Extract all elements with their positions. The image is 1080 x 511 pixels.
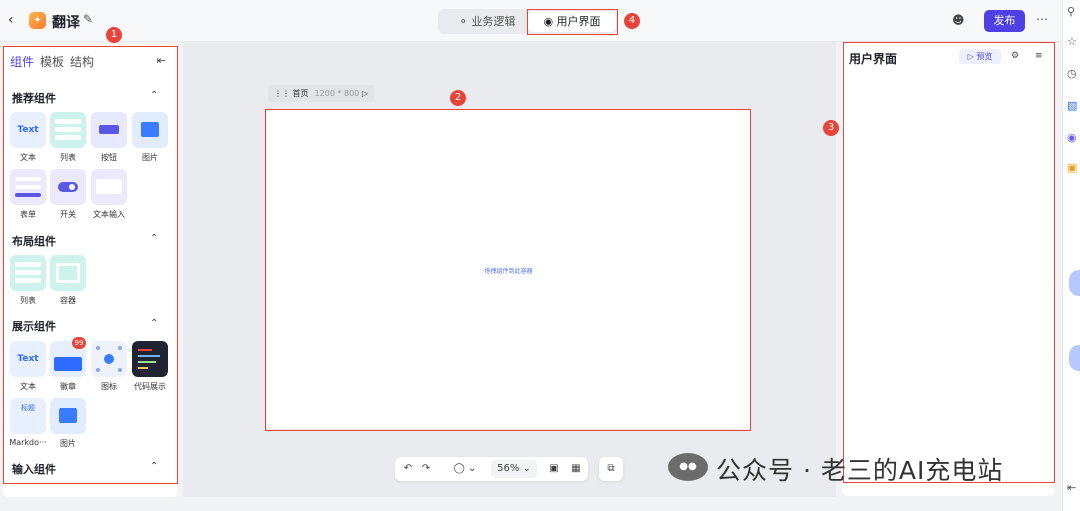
fit-screen-icon[interactable]: ▣ (547, 457, 561, 481)
game-icon[interactable]: ◉ (1067, 131, 1077, 144)
grid-icon[interactable]: ▦ (569, 457, 583, 481)
annotation-box-2 (265, 109, 751, 431)
watermark-text: 公众号 · 老三的AI充电站 (716, 456, 1004, 485)
undo-icon[interactable]: ↶ (401, 457, 415, 481)
annotation-number-4: 4 (624, 13, 640, 29)
more-icon[interactable]: ⋯ (1036, 12, 1048, 26)
annotation-box-3 (843, 42, 1055, 483)
publish-button[interactable]: 发布 (984, 10, 1025, 32)
clock-icon[interactable]: ◷ (1067, 67, 1077, 80)
assistant-blob-icon[interactable] (1069, 345, 1080, 371)
gift-icon[interactable]: ▣ (1067, 161, 1077, 174)
collaborator-icon[interactable]: ☻ (952, 13, 965, 27)
play-icon[interactable]: ▷ (362, 89, 368, 98)
app-name: 翻译 (52, 15, 80, 31)
wechat-logo-icon: ●● (668, 453, 708, 481)
annotation-number-2: 2 (450, 90, 466, 106)
back-chevron-icon[interactable]: ‹ (8, 12, 14, 28)
annotation-box-1 (3, 46, 178, 484)
drag-handle-icon[interactable]: ⋮⋮ (274, 89, 290, 98)
flow-icon: ⚬ (458, 15, 468, 28)
ai-icon[interactable]: ▧ (1067, 99, 1077, 112)
add-page-icon[interactable]: ⧉ (604, 457, 618, 481)
app-icon: ✦ (29, 12, 46, 29)
assistant-blob-icon[interactable] (1069, 270, 1080, 296)
page-size: 1200 * 800 (314, 89, 360, 98)
export-toolbar: ⧉ (599, 457, 623, 481)
star-icon[interactable]: ☆ (1067, 35, 1077, 48)
right-rail: ⚲ ☆ ◷ ▧ ◉ ▣ ⇤ (1062, 0, 1080, 511)
annotation-box-4 (527, 9, 618, 35)
annotation-number-1: 1 (106, 27, 122, 43)
collapse-rail-icon[interactable]: ⇤ (1067, 481, 1076, 494)
page-label[interactable]: ⋮⋮ 首页 1200 * 800 ▷ (268, 85, 374, 102)
redo-icon[interactable]: ↷ (419, 457, 433, 481)
tab-business-logic-label: 业务逻辑 (471, 15, 516, 28)
tab-business-logic[interactable]: ⚬ 业务逻辑 (446, 9, 528, 34)
page-name: 首页 (292, 89, 309, 98)
zoom-select[interactable]: 56% ⌄ (491, 460, 537, 478)
zoom-value: 56% (497, 463, 520, 474)
annotation-number-3: 3 (823, 120, 839, 136)
canvas-toolbar: ↶ ↷ ◯ ⌄ 56% ⌄ ▣ ▦ (395, 457, 588, 481)
edit-icon[interactable]: ✎ (83, 12, 93, 26)
pointer-mode-icon[interactable]: ◯ ⌄ (451, 457, 479, 481)
search-icon[interactable]: ⚲ (1067, 5, 1075, 18)
